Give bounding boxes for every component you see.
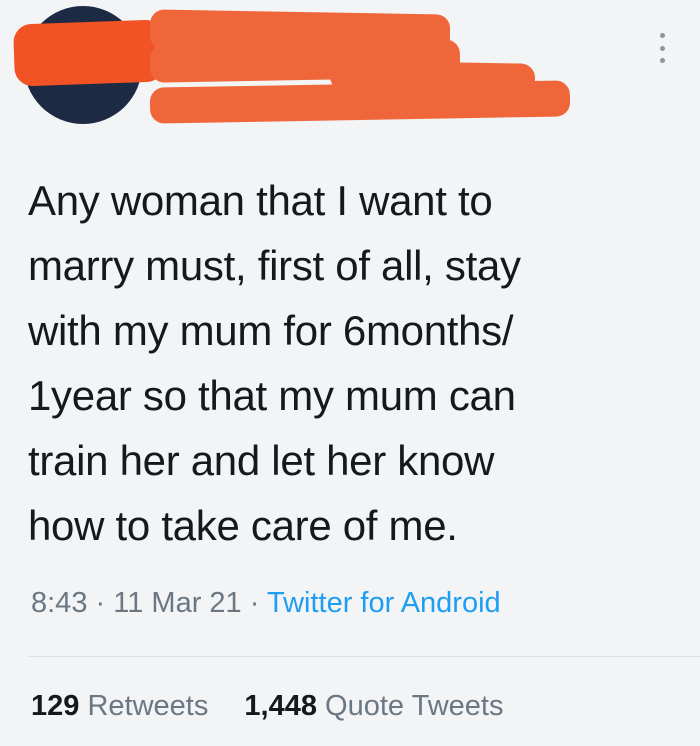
tweet-stats: 129 Retweets 1,448 Quote Tweets [31,690,531,723]
tweet-time: 8:43 [31,587,88,619]
redaction-mark [12,19,166,87]
tweet-header [0,0,700,140]
tweet-card: Any woman that I want to marry must, fir… [0,0,700,746]
retweets-count: 129 [31,690,80,722]
quote-tweets-label: Quote Tweets [325,690,504,722]
separator: · [95,587,106,619]
retweets-stat[interactable]: 129 Retweets [31,690,216,722]
retweets-label: Retweets [87,690,209,722]
more-vertical-icon[interactable] [658,33,666,63]
quote-tweets-stat[interactable]: 1,448 Quote Tweets [244,690,503,722]
divider [28,656,700,657]
tweet-date: 11 Mar 21 [113,587,242,619]
separator: · [249,587,260,619]
tweet-source-link[interactable]: Twitter for Android [267,587,501,619]
redaction-mark [149,80,571,124]
tweet-meta: 8:43 · 11 Mar 21 · Twitter for Android [31,587,501,620]
quote-tweets-count: 1,448 [244,690,317,722]
tweet-text: Any woman that I want to marry must, fir… [28,177,521,549]
